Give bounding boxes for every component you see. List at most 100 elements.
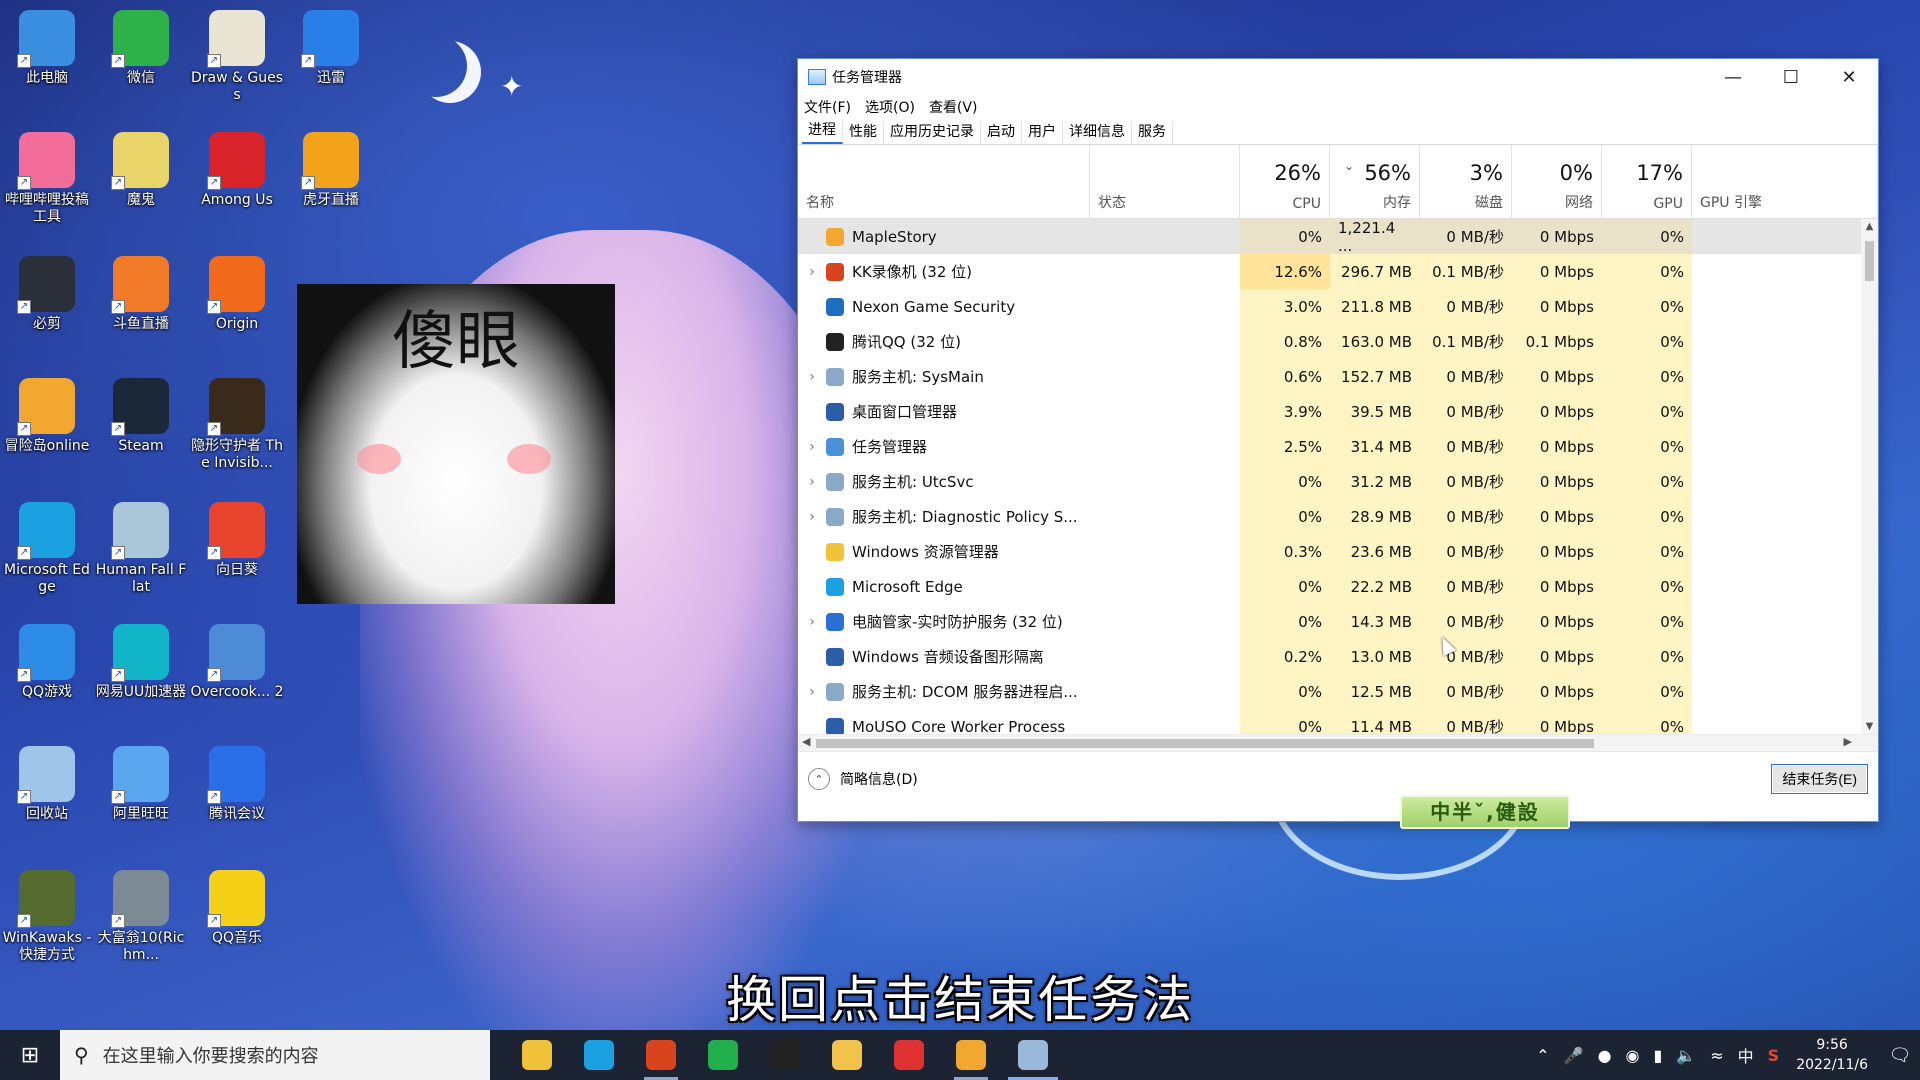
end-task-button[interactable]: 结束任务(E) bbox=[1771, 764, 1868, 794]
table-row[interactable]: › KK录像机 (32 位) 12.6% 296.7 MB 0.1 MB/秒 0 Mbps… bbox=[798, 254, 1878, 289]
menu-options[interactable]: 选项(O) bbox=[865, 97, 915, 117]
table-row[interactable]: › 服务主机: DCOM 服务器进程启... 0% 12.5 MB 0 MB/秒 0 Mb… bbox=[798, 674, 1878, 709]
scroll-thumb[interactable] bbox=[1865, 241, 1874, 281]
desktop-icon[interactable]: ↗ Microsoft Edge bbox=[0, 496, 94, 596]
header-cpu[interactable]: 26% CPU bbox=[1240, 145, 1330, 218]
desktop-icon[interactable]: ↗ 迅雷 bbox=[284, 4, 378, 87]
input-method-indicator[interactable]: 中 bbox=[1738, 1043, 1754, 1067]
desktop-icon[interactable]: ↗ 回收站 bbox=[0, 740, 94, 823]
desktop-icon[interactable]: ↗ Draw & Guess bbox=[190, 4, 284, 104]
tab-startup[interactable]: 启动 bbox=[981, 121, 1022, 144]
desktop-icon[interactable]: ↗ 斗鱼直播 bbox=[94, 250, 188, 333]
expand-chevron-icon[interactable]: › bbox=[804, 474, 820, 490]
desktop-icon[interactable]: ↗ Overcook... 2 bbox=[190, 618, 284, 701]
desktop-icon[interactable]: ↗ QQ游戏 bbox=[0, 618, 94, 701]
task-manager-window[interactable]: 任务管理器 — ☐ ✕ 文件(F) 选项(O) 查看(V) 进程 性能 应用历史… bbox=[797, 58, 1879, 822]
volume-icon[interactable]: 🔈 bbox=[1676, 1046, 1696, 1065]
scroll-left-icon[interactable]: ◀ bbox=[802, 735, 810, 748]
header-network[interactable]: 0% 网络 bbox=[1512, 145, 1602, 218]
microphone-icon[interactable]: 🎤 bbox=[1564, 1046, 1584, 1065]
expand-chevron-icon[interactable]: › bbox=[804, 509, 820, 525]
taskbar-iqiyi[interactable] bbox=[692, 1030, 754, 1080]
close-button[interactable]: ✕ bbox=[1820, 59, 1878, 95]
desktop-icon[interactable]: ↗ Among Us bbox=[190, 126, 284, 209]
header-gpu-engine[interactable]: GPU 引擎 bbox=[1692, 145, 1878, 218]
taskbar-maplestory-launcher[interactable] bbox=[816, 1030, 878, 1080]
clock[interactable]: 9:56 2022/11/6 bbox=[1796, 1035, 1868, 1075]
fewer-details-link[interactable]: 简略信息(D) bbox=[840, 769, 918, 789]
desktop-icon[interactable]: ↗ 微信 bbox=[94, 4, 188, 87]
taskbar-netease-music[interactable] bbox=[878, 1030, 940, 1080]
desktop-icon[interactable]: ↗ 必剪 bbox=[0, 250, 94, 333]
table-row[interactable]: Microsoft Edge 0% 22.2 MB 0 MB/秒 0 Mbps 0% bbox=[798, 569, 1878, 604]
minimize-button[interactable]: — bbox=[1704, 59, 1762, 95]
taskbar-file-explorer[interactable] bbox=[506, 1030, 568, 1080]
table-row[interactable]: Windows 资源管理器 0.3% 23.6 MB 0 MB/秒 0 Mbps 0% bbox=[798, 534, 1878, 569]
network-icon[interactable]: ≈ bbox=[1710, 1046, 1723, 1065]
desktop-icon[interactable]: ↗ 此电脑 bbox=[0, 4, 94, 87]
taskbar-task-manager[interactable] bbox=[1002, 1030, 1064, 1080]
tab-performance[interactable]: 性能 bbox=[843, 121, 884, 144]
tab-details[interactable]: 详细信息 bbox=[1063, 121, 1132, 144]
table-row[interactable]: › 任务管理器 2.5% 31.4 MB 0 MB/秒 0 Mbps 0% bbox=[798, 429, 1878, 464]
expand-chevron-icon[interactable]: › bbox=[804, 614, 820, 630]
table-row[interactable]: Nexon Game Security 3.0% 211.8 MB 0 MB/秒 0 M… bbox=[798, 289, 1878, 324]
start-button[interactable]: ⊞ bbox=[0, 1030, 60, 1080]
taskbar-qq[interactable] bbox=[754, 1030, 816, 1080]
collapse-chevron-icon[interactable]: ⌃ bbox=[808, 768, 830, 790]
tab-app-history[interactable]: 应用历史记录 bbox=[884, 121, 981, 144]
notification-icon[interactable]: 🗨 bbox=[1880, 1045, 1920, 1066]
table-row[interactable]: › 服务主机: Diagnostic Policy S... 0% 28.9 MB 0 … bbox=[798, 499, 1878, 534]
desktop-icon[interactable]: ↗ Origin bbox=[190, 250, 284, 333]
table-row[interactable]: MoUSO Core Worker Process 0% 11.4 MB 0 MB/秒… bbox=[798, 709, 1878, 734]
expand-chevron-icon[interactable]: › bbox=[804, 369, 820, 385]
desktop-icon[interactable]: ↗ 向日葵 bbox=[190, 496, 284, 579]
vertical-scrollbar[interactable]: ▲ ▼ bbox=[1861, 219, 1878, 734]
desktop-icon[interactable]: ↗ 阿里旺旺 bbox=[94, 740, 188, 823]
desktop-icon[interactable]: ↗ 隐形守护者 The Invisib... bbox=[190, 372, 284, 472]
menu-file[interactable]: 文件(F) bbox=[804, 97, 851, 117]
battery-icon[interactable]: ▮ bbox=[1654, 1046, 1663, 1065]
desktop-icon[interactable]: ↗ 哔哩哔哩投稿工具 bbox=[0, 126, 94, 226]
tab-users[interactable]: 用户 bbox=[1022, 121, 1063, 144]
desktop-icon[interactable]: ↗ 魔鬼 bbox=[94, 126, 188, 209]
scroll-up-icon[interactable]: ▲ bbox=[1861, 221, 1878, 232]
header-status[interactable]: 状态 bbox=[1090, 145, 1240, 218]
table-row[interactable]: MapleStory 0% 1,221.4 ... 0 MB/秒 0 Mbps 0% bbox=[798, 219, 1878, 255]
tab-processes[interactable]: 进程 bbox=[802, 119, 843, 144]
horizontal-scrollbar[interactable]: ◀ ▶ bbox=[798, 734, 1878, 751]
show-hidden-icons-icon[interactable]: ⌃ bbox=[1536, 1046, 1549, 1065]
desktop-icon[interactable]: ↗ 网易UU加速器 bbox=[94, 618, 188, 701]
expand-chevron-icon[interactable]: › bbox=[804, 684, 820, 700]
header-memory[interactable]: ⌄ 56% 内存 bbox=[1330, 145, 1420, 218]
table-row[interactable]: › 服务主机: UtcSvc 0% 31.2 MB 0 MB/秒 0 Mbps 0% bbox=[798, 464, 1878, 499]
desktop-icon[interactable]: ↗ 冒险岛online bbox=[0, 372, 94, 455]
taskbar-kk-recorder[interactable] bbox=[630, 1030, 692, 1080]
table-row[interactable]: 腾讯QQ (32 位) 0.8% 163.0 MB 0.1 MB/秒 0.1 Mbps 0… bbox=[798, 324, 1878, 359]
tray-maplestory-icon[interactable]: ◉ bbox=[1626, 1046, 1640, 1065]
table-row[interactable]: › 电脑管家-实时防护服务 (32 位) 0% 14.3 MB 0 MB/秒 0 Mbps… bbox=[798, 604, 1878, 639]
desktop-icon[interactable]: ↗ QQ音乐 bbox=[190, 864, 284, 947]
desktop-icon[interactable]: ↗ WinKawaks - 快捷方式 bbox=[0, 864, 94, 964]
desktop-icon[interactable]: ↗ 虎牙直播 bbox=[284, 126, 378, 209]
expand-chevron-icon[interactable]: › bbox=[804, 439, 820, 455]
table-row[interactable]: › 服务主机: SysMain 0.6% 152.7 MB 0 MB/秒 0 Mbps 0% bbox=[798, 359, 1878, 394]
table-row[interactable]: 桌面窗口管理器 3.9% 39.5 MB 0 MB/秒 0 Mbps 0% bbox=[798, 394, 1878, 429]
desktop-icon[interactable]: ↗ 腾讯会议 bbox=[190, 740, 284, 823]
desktop-icon[interactable]: ↗ 大富翁10(Richm... bbox=[94, 864, 188, 964]
header-gpu[interactable]: 17% GPU bbox=[1602, 145, 1692, 218]
desktop-icon[interactable]: ↗ Steam bbox=[94, 372, 188, 455]
desktop-icon[interactable]: ↗ Human Fall Flat bbox=[94, 496, 188, 596]
menu-view[interactable]: 查看(V) bbox=[929, 97, 978, 117]
expand-chevron-icon[interactable]: › bbox=[804, 264, 820, 280]
header-disk[interactable]: 3% 磁盘 bbox=[1420, 145, 1512, 218]
scroll-down-icon[interactable]: ▼ bbox=[1861, 721, 1878, 732]
title-bar[interactable]: 任务管理器 — ☐ ✕ bbox=[798, 59, 1878, 95]
taskbar-edge[interactable] bbox=[568, 1030, 630, 1080]
tray-app-icon[interactable]: ● bbox=[1598, 1046, 1612, 1065]
header-name[interactable]: 名称 bbox=[798, 145, 1090, 218]
tab-services[interactable]: 服务 bbox=[1132, 121, 1173, 144]
search-box[interactable]: ⚲ 在这里输入你要搜索的内容 bbox=[60, 1030, 490, 1080]
taskbar-maplestory[interactable] bbox=[940, 1030, 1002, 1080]
maximize-button[interactable]: ☐ bbox=[1762, 59, 1820, 95]
